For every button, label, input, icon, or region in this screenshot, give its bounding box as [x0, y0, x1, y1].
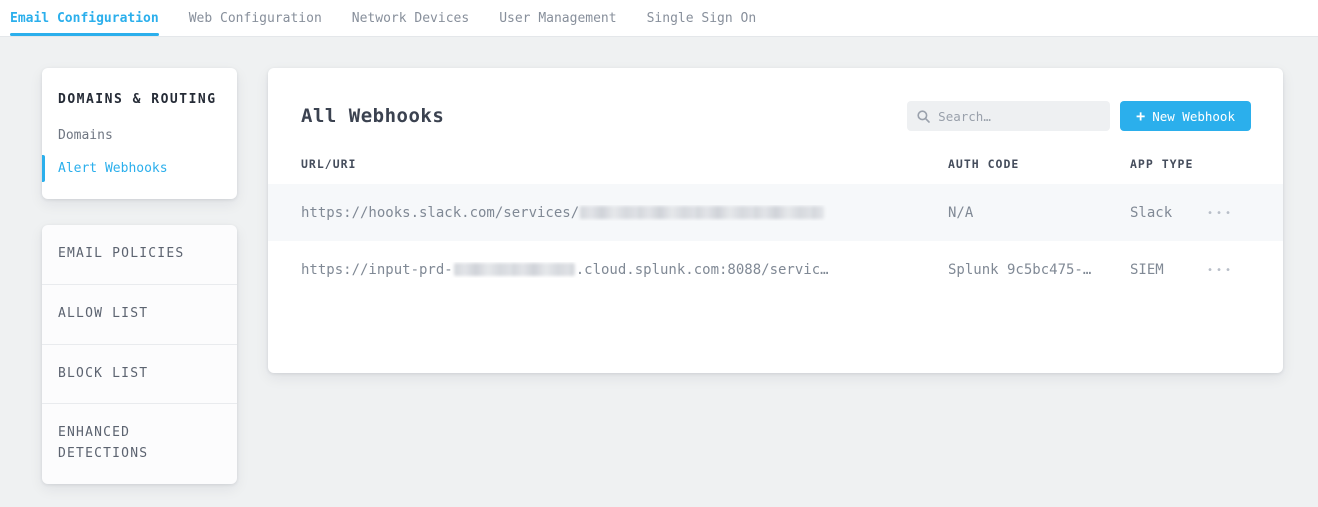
row-actions-menu-icon[interactable]: ••• — [1207, 263, 1251, 276]
table-row[interactable]: https://input-prd- .cloud.splunk.com:808… — [268, 241, 1283, 298]
sidebar: DOMAINS & ROUTING Domains Alert Webhooks… — [42, 68, 237, 484]
new-webhook-button-label: New Webhook — [1152, 109, 1235, 124]
column-header-url: URL/URI — [301, 157, 948, 171]
sidebar-sections-card: EMAIL POLICIES ALLOW LIST BLOCK LIST ENH… — [42, 225, 237, 484]
sidebar-item-allow-list[interactable]: ALLOW LIST — [42, 284, 237, 344]
domains-routing-heading: DOMAINS & ROUTING — [42, 78, 237, 119]
active-indicator-bar — [42, 155, 45, 182]
webhook-url-suffix: .cloud.splunk.com:8088/servic… — [576, 262, 829, 278]
app-type-cell: SIEM — [1130, 262, 1207, 278]
sidebar-item-enhanced-detections[interactable]: ENHANCED DETECTIONS — [42, 403, 237, 484]
column-header-auth-code: AUTH CODE — [948, 157, 1130, 171]
search-icon — [917, 110, 930, 123]
tab-network-devices[interactable]: Network Devices — [352, 0, 469, 36]
all-webhooks-panel: All Webhooks + New Webhook URL/URI AUTH … — [268, 68, 1283, 373]
search-box[interactable] — [907, 101, 1110, 131]
new-webhook-button[interactable]: + New Webhook — [1120, 101, 1251, 131]
sidebar-item-label: Alert Webhooks — [58, 161, 168, 176]
table-header-row: URL/URI AUTH CODE APP TYPE — [268, 157, 1283, 184]
sidebar-item-domains[interactable]: Domains — [42, 119, 237, 152]
auth-code-cell: N/A — [948, 205, 1130, 221]
auth-code-cell: Splunk 9c5bc475-… — [948, 262, 1130, 278]
webhook-url-cell: https://input-prd- .cloud.splunk.com:808… — [301, 262, 948, 278]
tab-single-sign-on[interactable]: Single Sign On — [647, 0, 757, 36]
plus-icon: + — [1136, 109, 1145, 124]
page-body: DOMAINS & ROUTING Domains Alert Webhooks… — [0, 37, 1318, 484]
tab-web-configuration[interactable]: Web Configuration — [189, 0, 322, 36]
panel-controls: + New Webhook — [907, 101, 1251, 131]
row-actions-menu-icon[interactable]: ••• — [1207, 206, 1251, 219]
webhook-url-cell: https://hooks.slack.com/services/ — [301, 205, 948, 221]
webhook-url-text: https://input-prd- — [301, 262, 453, 278]
table-row[interactable]: https://hooks.slack.com/services/ N/A Sl… — [268, 184, 1283, 241]
panel-header: All Webhooks + New Webhook — [268, 68, 1283, 157]
top-navigation: Email Configuration Web Configuration Ne… — [0, 0, 1318, 37]
redacted-blur — [580, 206, 824, 219]
column-header-app-type: APP TYPE — [1130, 157, 1207, 171]
domains-routing-card: DOMAINS & ROUTING Domains Alert Webhooks — [42, 68, 237, 199]
page-title: All Webhooks — [301, 105, 444, 127]
redacted-blur — [454, 263, 575, 276]
search-input[interactable] — [938, 109, 1100, 124]
webhook-url-text: https://hooks.slack.com/services/ — [301, 205, 579, 221]
sidebar-item-block-list[interactable]: BLOCK LIST — [42, 344, 237, 404]
app-type-cell: Slack — [1130, 205, 1207, 221]
tab-email-configuration[interactable]: Email Configuration — [10, 0, 159, 36]
sidebar-item-email-policies[interactable]: EMAIL POLICIES — [42, 225, 237, 284]
sidebar-item-alert-webhooks[interactable]: Alert Webhooks — [42, 152, 237, 185]
tab-user-management[interactable]: User Management — [499, 0, 616, 36]
